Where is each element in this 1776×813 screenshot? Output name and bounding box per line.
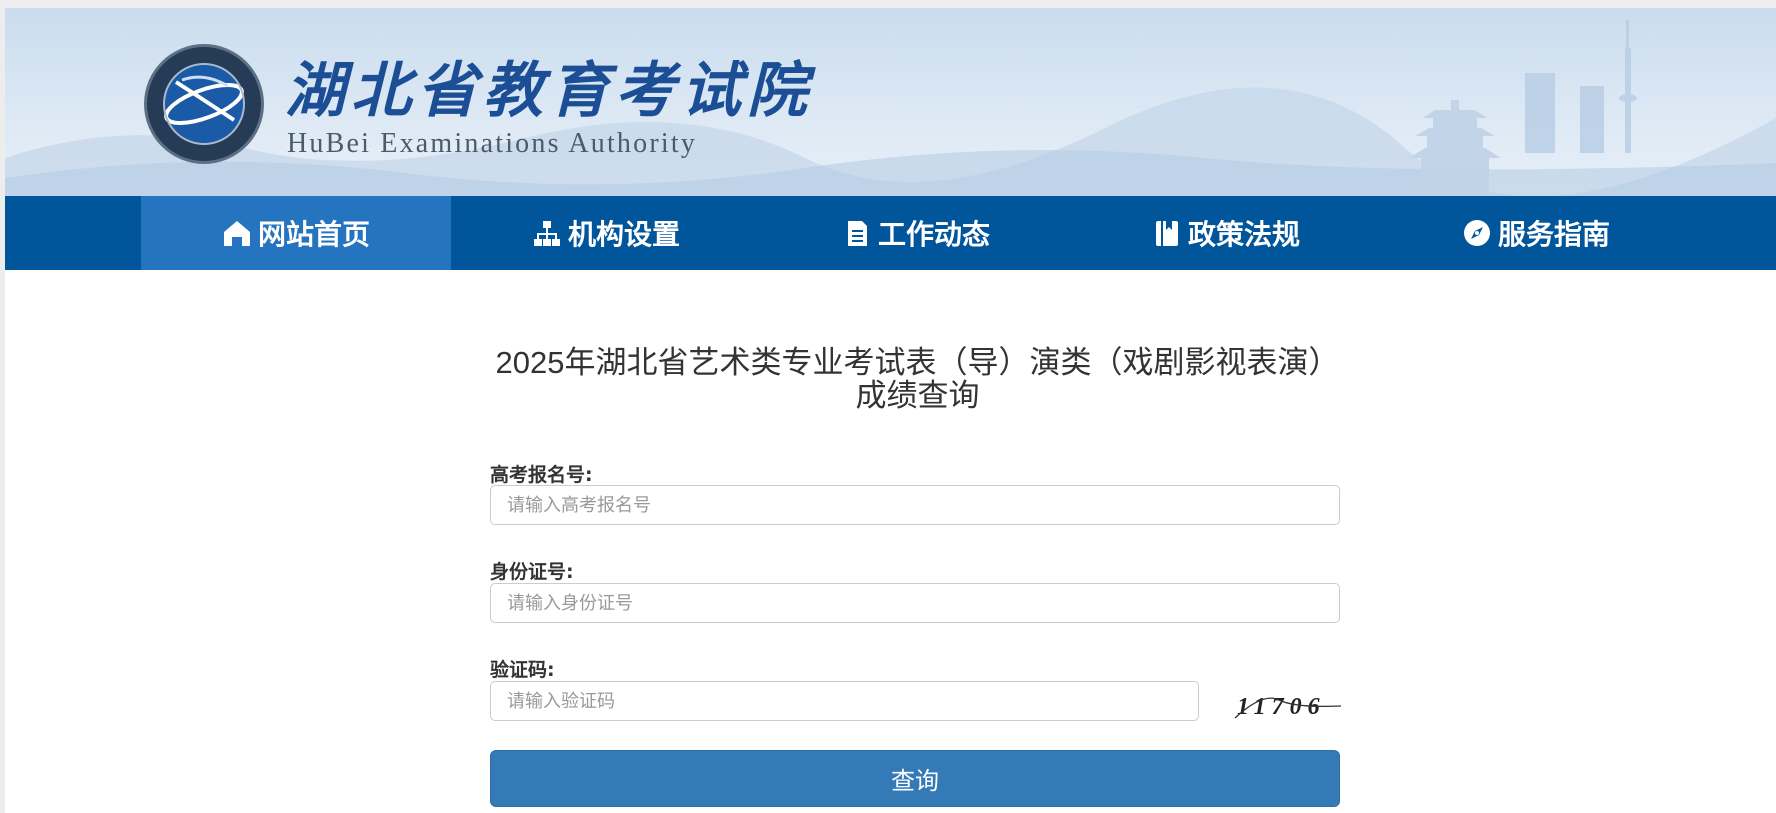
captcha-label: 验证码: (490, 659, 555, 681)
compass-icon (1462, 218, 1492, 248)
site-subtitle: HuBei Examinations Authority (287, 128, 698, 159)
header-banner: 湖北省教育考试院 HuBei Examinations Authority (5, 8, 1776, 196)
nav-item-label: 网站首页 (257, 218, 370, 251)
captcha-text: 11706 (1237, 694, 1326, 720)
nav-item-policies[interactable]: 政策法规 (1071, 196, 1381, 270)
nav-item-home[interactable]: 网站首页 (141, 196, 451, 270)
captcha-input[interactable] (490, 681, 1199, 721)
nav-item-work-news[interactable]: 工作动态 (761, 196, 1071, 270)
scenery-background (5, 20, 1776, 196)
form-title: 2025年湖北省艺术类专业考试表（导）演类（戏剧影视表演）成绩查询 (495, 345, 1340, 413)
captcha-image[interactable]: 11706 (1233, 684, 1343, 724)
nav-item-organization[interactable]: 机构设置 (451, 196, 761, 270)
document-icon (842, 218, 872, 248)
nav-item-service-guide[interactable]: 服务指南 (1381, 196, 1691, 270)
nav-item-label: 工作动态 (877, 218, 990, 251)
nav-item-label: 政策法规 (1187, 218, 1300, 251)
id-card-label: 身份证号: (490, 561, 574, 583)
home-icon (222, 218, 252, 248)
hbea-logo-icon (144, 44, 264, 164)
book-icon (1152, 218, 1182, 248)
nav-item-label: 机构设置 (567, 218, 680, 251)
id-card-input[interactable] (490, 583, 1340, 623)
exam-id-input[interactable] (490, 485, 1340, 525)
exam-id-label: 高考报名号: (490, 464, 593, 486)
org-chart-icon (532, 218, 562, 248)
page: 湖北省教育考试院 HuBei Examinations Authority 网站… (5, 8, 1776, 813)
nav-item-label: 服务指南 (1497, 218, 1610, 251)
site-title: 湖北省教育考试院 (285, 56, 813, 126)
query-button[interactable]: 查询 (490, 750, 1340, 807)
main-nav: 网站首页 机构设置 工作动态 政策法规 服务指南 (5, 196, 1776, 270)
